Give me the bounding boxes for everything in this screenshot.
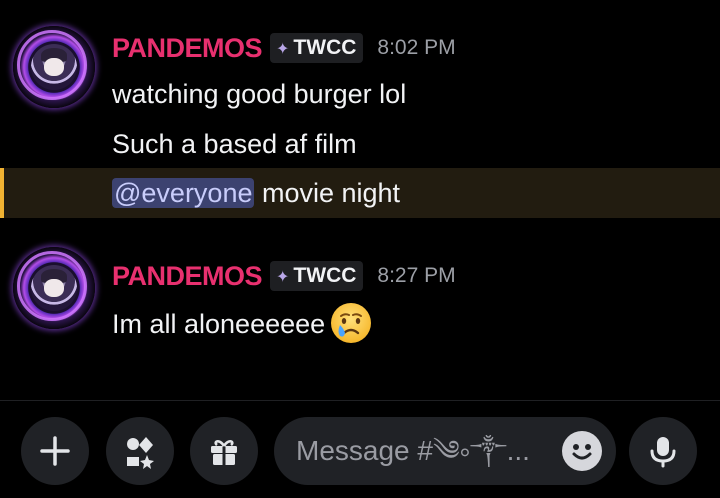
message-input-container[interactable] [274, 417, 616, 485]
avatar-face [44, 279, 64, 297]
apps-button[interactable] [106, 417, 174, 485]
smiley-icon [572, 444, 592, 460]
avatar-face [44, 58, 64, 76]
plus-icon [40, 436, 70, 466]
server-tag[interactable]: ✦ TWCC [270, 261, 364, 291]
emoji-picker-button[interactable] [562, 431, 602, 471]
message-input[interactable] [296, 435, 546, 467]
mention-highlight-bar [0, 168, 4, 218]
sparkle-icon: ✦ [276, 266, 290, 286]
message-composer [0, 401, 720, 498]
server-tag-label: TWCC [293, 36, 357, 59]
message-text: watching good burger lol [112, 79, 407, 109]
message-text-content: Im all aloneeeeee [112, 309, 326, 340]
message-list: PANDEMOS ✦ TWCC 8:02 PM watching good bu… [0, 0, 720, 400]
apps-icon [127, 437, 154, 469]
timestamp: 8:27 PM [377, 264, 456, 287]
add-attachment-button[interactable] [21, 417, 89, 485]
timestamp: 8:02 PM [377, 36, 456, 59]
crying-face-emoji [329, 301, 373, 345]
message-text-suffix: movie night [254, 178, 401, 208]
gift-icon [211, 440, 237, 465]
microphone-icon [650, 437, 676, 468]
message-text: Such a based af film [112, 129, 357, 159]
username[interactable]: PANDEMOS [112, 261, 263, 292]
server-tag-label: TWCC [293, 264, 357, 287]
server-tag[interactable]: ✦ TWCC [270, 33, 364, 63]
avatar[interactable] [13, 247, 95, 329]
message-header: PANDEMOS ✦ TWCC 8:02 PM [112, 30, 456, 66]
message-text-mention: @everyone movie night [112, 176, 400, 210]
sparkle-icon: ✦ [276, 38, 290, 58]
message-text: Im all aloneeeeee [112, 301, 373, 348]
username[interactable]: PANDEMOS [112, 33, 263, 64]
avatar[interactable] [13, 26, 95, 108]
voice-message-button[interactable] [629, 417, 697, 485]
everyone-mention[interactable]: @everyone [112, 178, 255, 208]
gift-button[interactable] [190, 417, 258, 485]
message-header: PANDEMOS ✦ TWCC 8:27 PM [112, 258, 456, 294]
